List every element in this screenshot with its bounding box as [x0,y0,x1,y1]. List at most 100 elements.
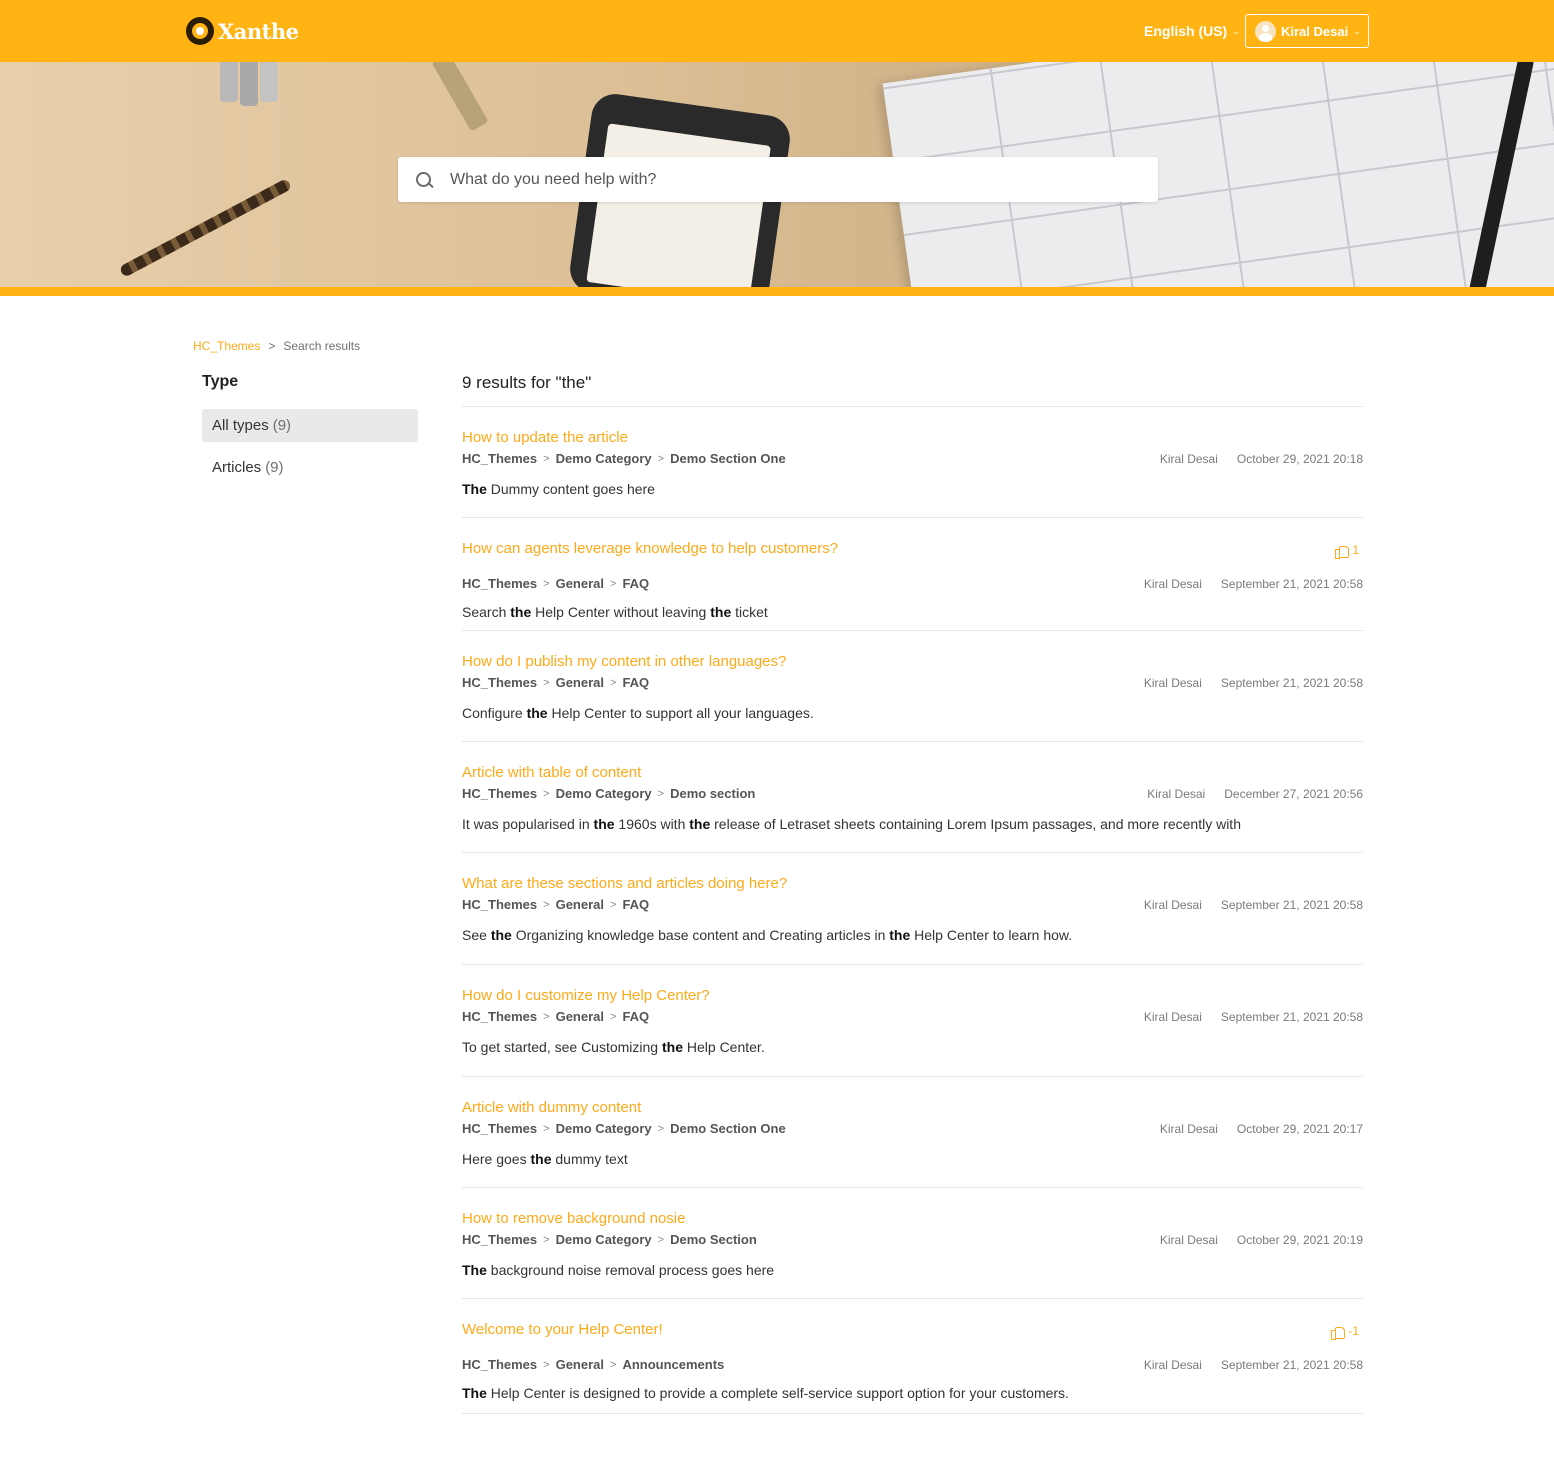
snippet-text: See [462,927,491,943]
snippet-text: To get started, see Customizing [462,1039,662,1055]
result-breadcrumb: HC_Themes > Demo Category > Demo Section [462,1232,757,1247]
result-breadcrumb-link[interactable]: HC_Themes [462,451,537,466]
snippet-highlight: the [593,816,615,832]
result-breadcrumb-link[interactable]: FAQ [622,576,649,591]
brand-logo[interactable]: Xanthe [186,17,299,45]
search-input[interactable] [450,170,1130,189]
result-date: September 21, 2021 20:58 [1220,676,1363,690]
breadcrumb-separator: > [610,676,617,689]
result-breadcrumb-link[interactable]: General [556,897,604,912]
chevron-down-icon: ⌄ [1353,25,1361,36]
chevron-down-icon: ⌄ [1232,25,1240,36]
result-meta: Kiral Desai September 21, 2021 20:58 [1144,577,1363,591]
search-icon [414,170,434,190]
language-selector[interactable]: English (US) ⌄ [1144,23,1240,39]
result-breadcrumb-link[interactable]: General [556,576,604,591]
snippet-text: Help Center. [683,1039,765,1055]
result-title-link[interactable]: What are these sections and articles doi… [462,875,787,892]
result-breadcrumb-link[interactable]: General [556,1357,604,1372]
search-result-item: How to update the article HC_Themes > Demo … [462,407,1363,518]
snippet-text: Here goes [462,1151,531,1167]
result-title-link[interactable]: How do I publish my content in other lan… [462,653,786,670]
result-breadcrumb-link[interactable]: Demo Category [556,451,652,466]
snippet-highlight: The [462,1262,487,1278]
result-breadcrumb-link[interactable]: HC_Themes [462,1357,537,1372]
result-breadcrumb-link[interactable]: HC_Themes [462,1232,537,1247]
result-breadcrumb: HC_Themes > General > FAQ [462,897,649,912]
result-breadcrumb-link[interactable]: HC_Themes [462,786,537,801]
result-breadcrumb: HC_Themes > General > FAQ [462,576,649,591]
snippet-highlight: the [889,927,911,943]
result-vote-count: -1 [1331,1324,1359,1340]
search-result-item: Article with table of content HC_Themes > D… [462,742,1363,853]
result-title-link[interactable]: How can agents leverage knowledge to hel… [462,540,838,557]
breadcrumb-separator: > [543,1122,550,1135]
filter-count: (9) [265,459,284,476]
result-title-link[interactable]: Welcome to your Help Center! [462,1321,663,1338]
breadcrumb-separator: > [657,787,665,800]
result-breadcrumb: HC_Themes > General > FAQ [462,1009,649,1024]
breadcrumb-home-link[interactable]: HC_Themes [193,339,260,353]
result-breadcrumb-link[interactable]: HC_Themes [462,675,537,690]
result-breadcrumb-link[interactable]: FAQ [622,675,649,690]
breadcrumb-separator: > [543,1233,550,1246]
result-breadcrumb-link[interactable]: Demo section [670,786,755,801]
result-breadcrumb-link[interactable]: Demo Category [556,786,652,801]
snippet-text: background noise removal process goes he… [486,1262,775,1278]
result-breadcrumb-link[interactable]: Demo Section One [670,1121,786,1136]
result-meta: Kiral Desai September 21, 2021 20:58 [1144,1010,1363,1024]
result-breadcrumb-link[interactable]: FAQ [622,1009,649,1024]
result-breadcrumb-link[interactable]: Demo Section [670,1232,757,1247]
result-author: Kiral Desai [1143,1358,1202,1372]
result-breadcrumb-link[interactable]: FAQ [622,897,649,912]
result-breadcrumb-link[interactable]: HC_Themes [462,1009,537,1024]
breadcrumb-separator: > [610,1010,617,1023]
result-date: September 21, 2021 20:58 [1220,898,1363,912]
search-result-item: How do I publish my content in other lan… [462,631,1363,742]
breadcrumb-separator: > [610,577,617,590]
result-breadcrumb-link[interactable]: Demo Category [556,1232,652,1247]
breadcrumb-separator: > [543,898,550,911]
user-menu-button[interactable]: Kiral Desai ⌄ [1245,14,1369,48]
search-box[interactable] [398,157,1158,202]
result-breadcrumb-link[interactable]: HC_Themes [462,576,537,591]
search-result-item: How can agents leverage knowledge to hel… [462,518,1363,631]
result-title-link[interactable]: How to update the article [462,429,628,446]
results-heading: 9 results for "the" [462,373,592,392]
result-breadcrumb: HC_Themes > General > FAQ [462,675,649,690]
snippet-highlight: the [710,604,732,620]
result-breadcrumb-link[interactable]: General [556,675,604,690]
result-snippet: The Help Center is designed to provide a… [462,1385,1069,1401]
result-meta: Kiral Desai September 21, 2021 20:58 [1144,676,1363,690]
result-date: September 21, 2021 20:58 [1220,1358,1363,1372]
filter-all-types[interactable]: All types (9) [202,409,418,442]
result-snippet: Configure the Help Center to support all… [462,705,814,721]
result-title-link[interactable]: Article with table of content [462,764,641,781]
result-title-link[interactable]: How to remove background nosie [462,1210,685,1227]
breadcrumb-separator: > [610,898,617,911]
search-result-item: What are these sections and articles doi… [462,853,1363,965]
language-label: English (US) [1144,23,1228,39]
snippet-text: Configure [462,705,527,721]
result-breadcrumb-link[interactable]: HC_Themes [462,897,537,912]
result-breadcrumb-link[interactable]: HC_Themes [462,1121,537,1136]
result-breadcrumb-link[interactable]: General [556,1009,604,1024]
result-author: Kiral Desai [1143,577,1202,591]
search-result-item: Article with dummy content HC_Themes > Demo… [462,1077,1363,1188]
result-breadcrumb-link[interactable]: Announcements [622,1357,724,1372]
result-breadcrumb-link[interactable]: Demo Section One [670,451,786,466]
filter-title: Type [202,373,239,390]
breadcrumb-separator: > [543,787,550,800]
result-meta: Kiral Desai October 29, 2021 20:19 [1160,1233,1363,1247]
search-result-item: How do I customize my Help Center? HC_The… [462,965,1363,1077]
result-meta: Kiral Desai September 21, 2021 20:58 [1144,898,1363,912]
filter-articles[interactable]: Articles (9) [202,451,418,484]
snippet-text: Help Center to learn how. [910,927,1073,943]
filter-count: (9) [272,417,292,434]
result-breadcrumb: HC_Themes > Demo Category > Demo Section One [462,1121,786,1136]
result-breadcrumb-link[interactable]: Demo Category [556,1121,652,1136]
result-snippet: The Dummy content goes here [462,481,655,497]
result-title-link[interactable]: How do I customize my Help Center? [462,987,710,1004]
breadcrumb-separator: > [657,452,665,465]
result-title-link[interactable]: Article with dummy content [462,1099,641,1116]
